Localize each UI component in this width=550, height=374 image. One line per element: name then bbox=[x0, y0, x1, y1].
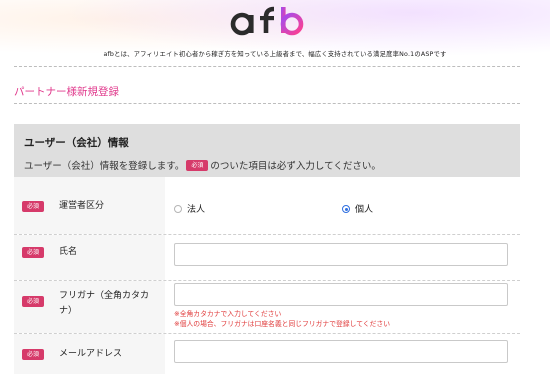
label-cell: 必須 フリガナ（全角カタカ ナ） bbox=[14, 281, 165, 333]
form-row-name: 必須 氏名 bbox=[14, 235, 520, 281]
required-badge: 必須 bbox=[22, 201, 45, 212]
operator-type-label: 運営者区分 bbox=[59, 201, 105, 211]
form-row-furigana: 必須 フリガナ（全角カタカ ナ） ※全角カタカナで入力してください ※個人の場合… bbox=[14, 281, 520, 334]
furigana-note-1: ※全角カタカナで入力してください bbox=[174, 310, 282, 318]
required-badge: 必須 bbox=[22, 296, 45, 307]
section-header: ユーザー（会社）情報 ユーザー（会社）情報を登録します。 必須 のついた項目は必ず入… bbox=[14, 124, 520, 177]
radio-individual-label[interactable]: 個人 bbox=[355, 202, 373, 215]
name-label: 氏名 bbox=[59, 247, 78, 257]
value-cell bbox=[165, 235, 520, 280]
required-badge: 必須 bbox=[22, 349, 45, 360]
radio-individual[interactable] bbox=[342, 205, 350, 213]
divider bbox=[14, 66, 520, 67]
radio-corporation-label[interactable]: 法人 bbox=[187, 202, 205, 215]
furigana-label-line2: ナ） bbox=[59, 306, 78, 316]
section-desc-prefix: ユーザー（会社）情報を登録します。 bbox=[24, 161, 185, 172]
value-cell: 法人 個人 bbox=[165, 177, 520, 234]
form-row-operator-type: 必須 運営者区分 法人 個人 bbox=[14, 177, 520, 235]
value-cell: ※全角カタカナで入力してください ※個人の場合、フリガナは口座名義と同じフリガナ… bbox=[165, 281, 520, 333]
required-badge: 必須 bbox=[186, 160, 209, 171]
tagline: afbとは、アフィリエイト初心者から稼ぎ方を知っている上級者まで、幅広く支持され… bbox=[103, 51, 447, 58]
label-cell: 必須 氏名 bbox=[14, 235, 165, 280]
radio-corporation[interactable] bbox=[174, 205, 182, 213]
name-input[interactable] bbox=[174, 243, 508, 266]
section-desc-suffix: のついた項目は必ず入力してください。 bbox=[210, 161, 381, 172]
required-badge: 必須 bbox=[22, 247, 45, 258]
header: afbとは、アフィリエイト初心者から稼ぎ方を知っている上級者まで、幅広く支持され… bbox=[0, 0, 550, 64]
furigana-input[interactable] bbox=[174, 283, 508, 306]
furigana-note-2: ※個人の場合、フリガナは口座名義と同じフリガナで登録してください bbox=[174, 320, 390, 328]
email-label: メールアドレス bbox=[59, 349, 123, 359]
page-title: パートナー様新規登録 bbox=[14, 86, 119, 98]
value-cell bbox=[165, 334, 520, 374]
label-cell: 必須 メールアドレス bbox=[14, 334, 165, 374]
section-description: ユーザー（会社）情報を登録します。 必須 のついた項目は必ず入力してください。 bbox=[24, 158, 381, 172]
afb-logo[interactable] bbox=[230, 4, 308, 38]
furigana-label-line1: フリガナ（全角カタカ bbox=[59, 291, 150, 301]
email-input[interactable] bbox=[174, 340, 508, 363]
divider bbox=[14, 103, 520, 104]
form-row-email: 必須 メールアドレス bbox=[14, 334, 520, 374]
section-title: ユーザー（会社）情報 bbox=[24, 137, 129, 149]
label-cell: 必須 運営者区分 bbox=[14, 177, 165, 234]
